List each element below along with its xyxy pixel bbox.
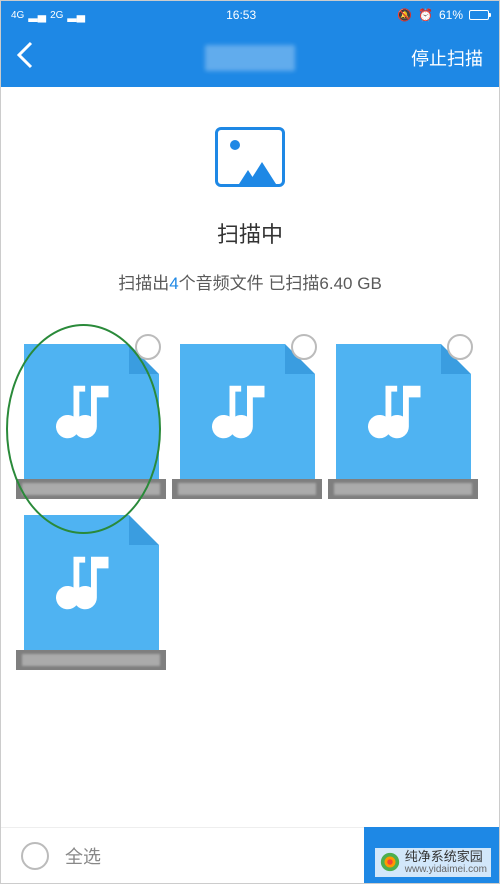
watermark-name: 纯净系统家园	[405, 850, 487, 864]
audio-file-icon	[336, 344, 471, 479]
status-bar: 4G ▂▄ 2G ▂▄ 16:53 🔕 ⏰ 61%	[1, 1, 499, 29]
signal-4g: 4G	[11, 10, 24, 21]
scan-subtitle: 扫描出4个音频文件 已扫描6.40 GB	[21, 269, 479, 294]
select-radio[interactable]	[447, 334, 473, 360]
file-name	[16, 479, 166, 499]
back-button[interactable]	[17, 41, 33, 76]
audio-file-icon	[24, 515, 159, 650]
audio-file-icon	[24, 344, 159, 479]
scan-mid: 个音频文件 已扫描	[179, 274, 320, 293]
file-item[interactable]	[16, 344, 166, 499]
mute-icon: 🔕	[397, 8, 412, 22]
file-item[interactable]	[16, 515, 166, 670]
signal-2g: 2G	[50, 10, 63, 21]
status-time: 16:53	[226, 8, 256, 22]
scan-count: 4	[169, 274, 178, 293]
app-header: 停止扫描	[1, 29, 499, 87]
status-left: 4G ▂▄ 2G ▂▄	[11, 8, 85, 22]
select-all-label[interactable]: 全选	[65, 843, 101, 869]
scan-size: 6.40 GB	[319, 274, 381, 293]
page-title	[205, 45, 295, 71]
battery-text: 61%	[439, 8, 463, 22]
file-grid	[1, 324, 499, 509]
scan-status-panel: 扫描中 扫描出4个音频文件 已扫描6.40 GB	[1, 87, 499, 324]
file-grid-row2	[1, 509, 499, 676]
file-name	[172, 479, 322, 499]
stop-scan-button[interactable]: 停止扫描	[411, 45, 483, 71]
music-note-icon	[212, 377, 282, 447]
file-item[interactable]	[328, 344, 478, 499]
file-name	[16, 650, 166, 670]
watermark-url: www.yidaimei.com	[405, 864, 487, 875]
signal-bars-1: ▂▄	[28, 8, 46, 22]
file-item[interactable]	[172, 344, 322, 499]
select-radio[interactable]	[291, 334, 317, 360]
watermark: 纯净系统家园 www.yidaimei.com	[375, 848, 491, 877]
signal-bars-2: ▂▄	[67, 8, 85, 22]
music-note-icon	[56, 548, 126, 618]
alarm-icon: ⏰	[418, 8, 433, 22]
status-right: 🔕 ⏰ 61%	[397, 8, 489, 22]
watermark-icon	[379, 851, 401, 873]
scan-title: 扫描中	[21, 217, 479, 249]
audio-file-icon	[180, 344, 315, 479]
picture-icon	[215, 127, 285, 187]
select-all-radio[interactable]	[21, 842, 49, 870]
select-radio[interactable]	[135, 334, 161, 360]
music-note-icon	[368, 377, 438, 447]
scan-prefix: 扫描出	[118, 274, 169, 293]
music-note-icon	[56, 377, 126, 447]
battery-icon	[469, 10, 489, 20]
file-name	[328, 479, 478, 499]
